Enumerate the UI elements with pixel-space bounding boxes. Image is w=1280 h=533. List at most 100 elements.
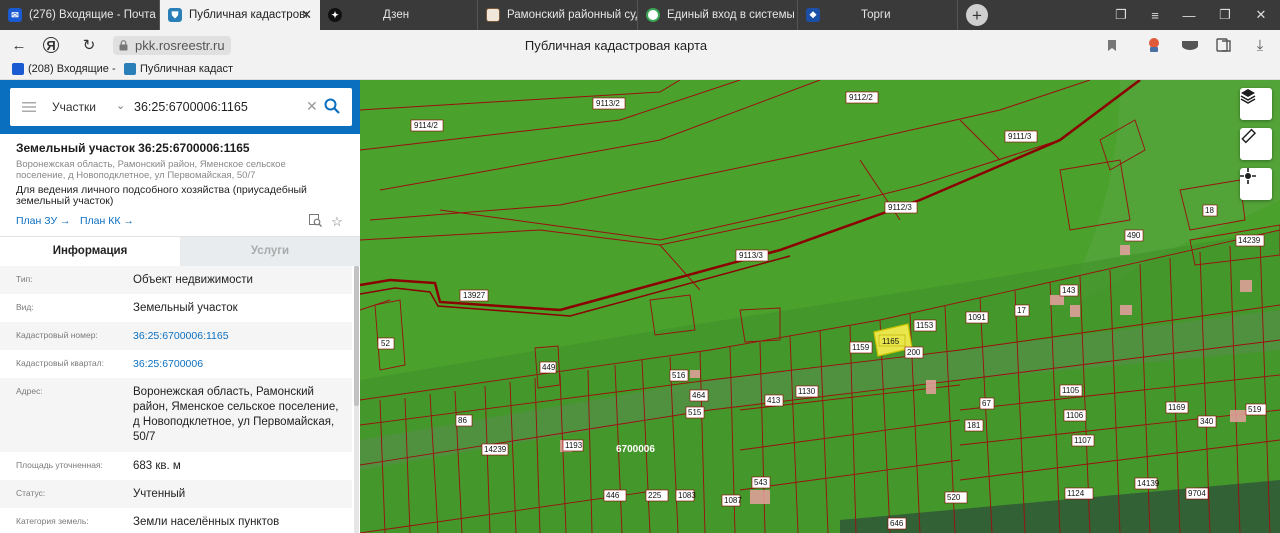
- locate-button[interactable]: [1240, 168, 1272, 200]
- row-value: Воронежская область, Рамонский район, Ям…: [133, 386, 339, 443]
- plan-kk-link[interactable]: План КК →: [80, 215, 134, 227]
- bookmark-icon[interactable]: [1102, 36, 1122, 54]
- extension-icon[interactable]: [1144, 36, 1164, 54]
- tabs-overview-icon[interactable]: ❐: [1104, 0, 1138, 30]
- plan-zu-link[interactable]: План ЗУ →: [16, 215, 71, 227]
- gosuslugi-icon: [646, 8, 660, 22]
- tab-title: Торги: [861, 9, 891, 21]
- parcel-label: 520: [947, 493, 961, 502]
- row-value: Земли населённых пунктов: [133, 516, 280, 528]
- tab-mail[interactable]: ✉ (276) Входящие - Почта Mail.ru: [0, 0, 160, 30]
- row-value: 683 кв. м: [133, 460, 181, 472]
- tab-information[interactable]: Информация: [0, 237, 180, 266]
- bookmarks-bar: (208) Входящие - Публичная кадаст: [0, 60, 1280, 80]
- parcel-label: 14139: [1137, 479, 1160, 488]
- new-tab-button[interactable]: +: [966, 4, 988, 26]
- parcel-label: 1159: [852, 343, 870, 352]
- measure-button[interactable]: [1240, 128, 1272, 160]
- restore-icon[interactable]: ❐: [1208, 0, 1242, 30]
- parcel-label: 181: [967, 421, 981, 430]
- parcel-label: 52: [381, 339, 390, 348]
- rosreestr-icon: ⛊: [168, 8, 182, 22]
- parcel-label: 1083: [678, 491, 696, 500]
- tab-services[interactable]: Услуги: [180, 237, 360, 266]
- row-value: Земельный участок: [133, 302, 238, 314]
- clear-icon[interactable]: ✕: [306, 98, 318, 115]
- menu-icon[interactable]: ≡: [1138, 0, 1172, 30]
- parcel-label: 340: [1200, 417, 1214, 426]
- chevron-down-icon[interactable]: ⌄: [116, 99, 125, 112]
- bookmark-label: (208) Входящие -: [28, 63, 116, 75]
- parcel-label: 14239: [484, 445, 507, 454]
- parcel-label: 446: [606, 491, 620, 500]
- cadastral-number-link[interactable]: 36:25:6700006:1165: [133, 329, 345, 344]
- download-icon[interactable]: ⤓: [1250, 36, 1270, 54]
- hamburger-icon[interactable]: [22, 101, 36, 113]
- scrollbar-thumb[interactable]: [354, 266, 359, 406]
- minimize-icon[interactable]: —: [1172, 0, 1206, 30]
- browser-tab-strip: ✉ (276) Входящие - Почта Mail.ru ⛊ Публи…: [0, 0, 1280, 30]
- tab-title: Рамонский районный суд: [507, 9, 637, 21]
- parcel-label: 519: [1248, 405, 1262, 414]
- parcel-label: 9113/3: [739, 251, 763, 260]
- tab-court[interactable]: Рамонский районный суд: [478, 0, 638, 30]
- mail-icon: [12, 63, 24, 75]
- tab-title: Публичная кадастровая карта: [189, 9, 307, 21]
- search-box: Участки ⌄ ✕: [10, 88, 352, 126]
- tab-cadastral-map[interactable]: ⛊ Публичная кадастровая карта ✕: [160, 0, 320, 30]
- info-row-cadastral-quarter: Кадастровый квартал: 36:25:6700006: [0, 350, 352, 378]
- parcel-label: 1193: [565, 441, 583, 450]
- info-panel: Участки ⌄ ✕ Земельный участок 36:25:6700…: [0, 80, 360, 533]
- layers-button[interactable]: [1240, 88, 1272, 120]
- parcel-label: 449: [542, 363, 556, 372]
- star-icon[interactable]: ☆: [330, 214, 344, 229]
- close-window-icon[interactable]: ✕: [1244, 0, 1278, 30]
- parcel-label: 14239: [1238, 236, 1261, 245]
- map-canvas[interactable]: 1165 9114/2 9113/2 9112/2 9111/3 9112/3 …: [360, 80, 1280, 533]
- parcel-label: 413: [767, 396, 781, 405]
- ruler-icon: [1241, 128, 1256, 144]
- parcel-label: 13927: [463, 291, 486, 300]
- selected-parcel-label: 1165: [882, 337, 900, 346]
- parcel-label: 17: [1017, 306, 1026, 315]
- search-icon[interactable]: [324, 98, 340, 114]
- parcel-label: 86: [458, 416, 467, 425]
- row-label: Вид:: [16, 302, 34, 312]
- info-row-kind: Вид: Земельный участок: [0, 294, 352, 322]
- parcel-label: 1105: [1062, 386, 1080, 395]
- search-input[interactable]: [134, 98, 302, 116]
- parcel-label: 18: [1205, 206, 1214, 215]
- object-address: Воронежская область, Рамонский район, Ям…: [16, 159, 286, 181]
- search-type-select[interactable]: Участки: [52, 100, 96, 114]
- info-row-area: Площадь уточненная: 683 кв. м: [0, 452, 352, 480]
- parcel-label: 646: [890, 519, 904, 528]
- dzen-icon: ✦: [328, 8, 342, 22]
- info-row-address: Адрес: Воронежская область, Рамонский ра…: [0, 378, 352, 452]
- parcel-label: 543: [754, 478, 768, 487]
- cadastral-quarter-link[interactable]: 36:25:6700006: [133, 357, 345, 372]
- protect-icon[interactable]: [1180, 36, 1200, 54]
- bookmark-cadastral-map[interactable]: Публичная кадаст: [124, 63, 233, 75]
- panel-scrollbar[interactable]: [354, 266, 359, 533]
- parcel-label: 9111/3: [1008, 132, 1032, 141]
- layers-icon: [1240, 89, 1256, 104]
- address-bar: ← Я ↻ pkk.rosreestr.ru Публичная кадастр…: [0, 30, 1280, 60]
- tab-gosuslugi[interactable]: Единый вход в системы ту: [638, 0, 798, 30]
- search-header: Участки ⌄ ✕: [0, 80, 360, 134]
- tab-torgi[interactable]: ❖ Торги: [798, 0, 958, 30]
- parcel-label: 516: [672, 371, 686, 380]
- close-icon[interactable]: ✕: [301, 7, 312, 23]
- row-label: Кадастровый квартал:: [16, 358, 104, 368]
- parcel-label: 9704: [1188, 489, 1206, 498]
- tab-dzen[interactable]: ✦ Дзен: [320, 0, 478, 30]
- parcel-label: 1130: [798, 387, 816, 396]
- zoom-to-object-icon[interactable]: [308, 214, 322, 228]
- collections-icon[interactable]: [1214, 36, 1234, 54]
- parcel-label: 9114/2: [414, 121, 438, 130]
- row-label: Категория земель:: [16, 516, 89, 526]
- row-value: Объект недвижимости: [133, 274, 253, 286]
- parcel-label: 9113/2: [596, 99, 620, 108]
- parcel-label: 1107: [1074, 436, 1092, 445]
- cadastral-map[interactable]: 1165 9114/2 9113/2 9112/2 9111/3 9112/3 …: [360, 80, 1280, 533]
- bookmark-mail[interactable]: (208) Входящие -: [12, 63, 116, 75]
